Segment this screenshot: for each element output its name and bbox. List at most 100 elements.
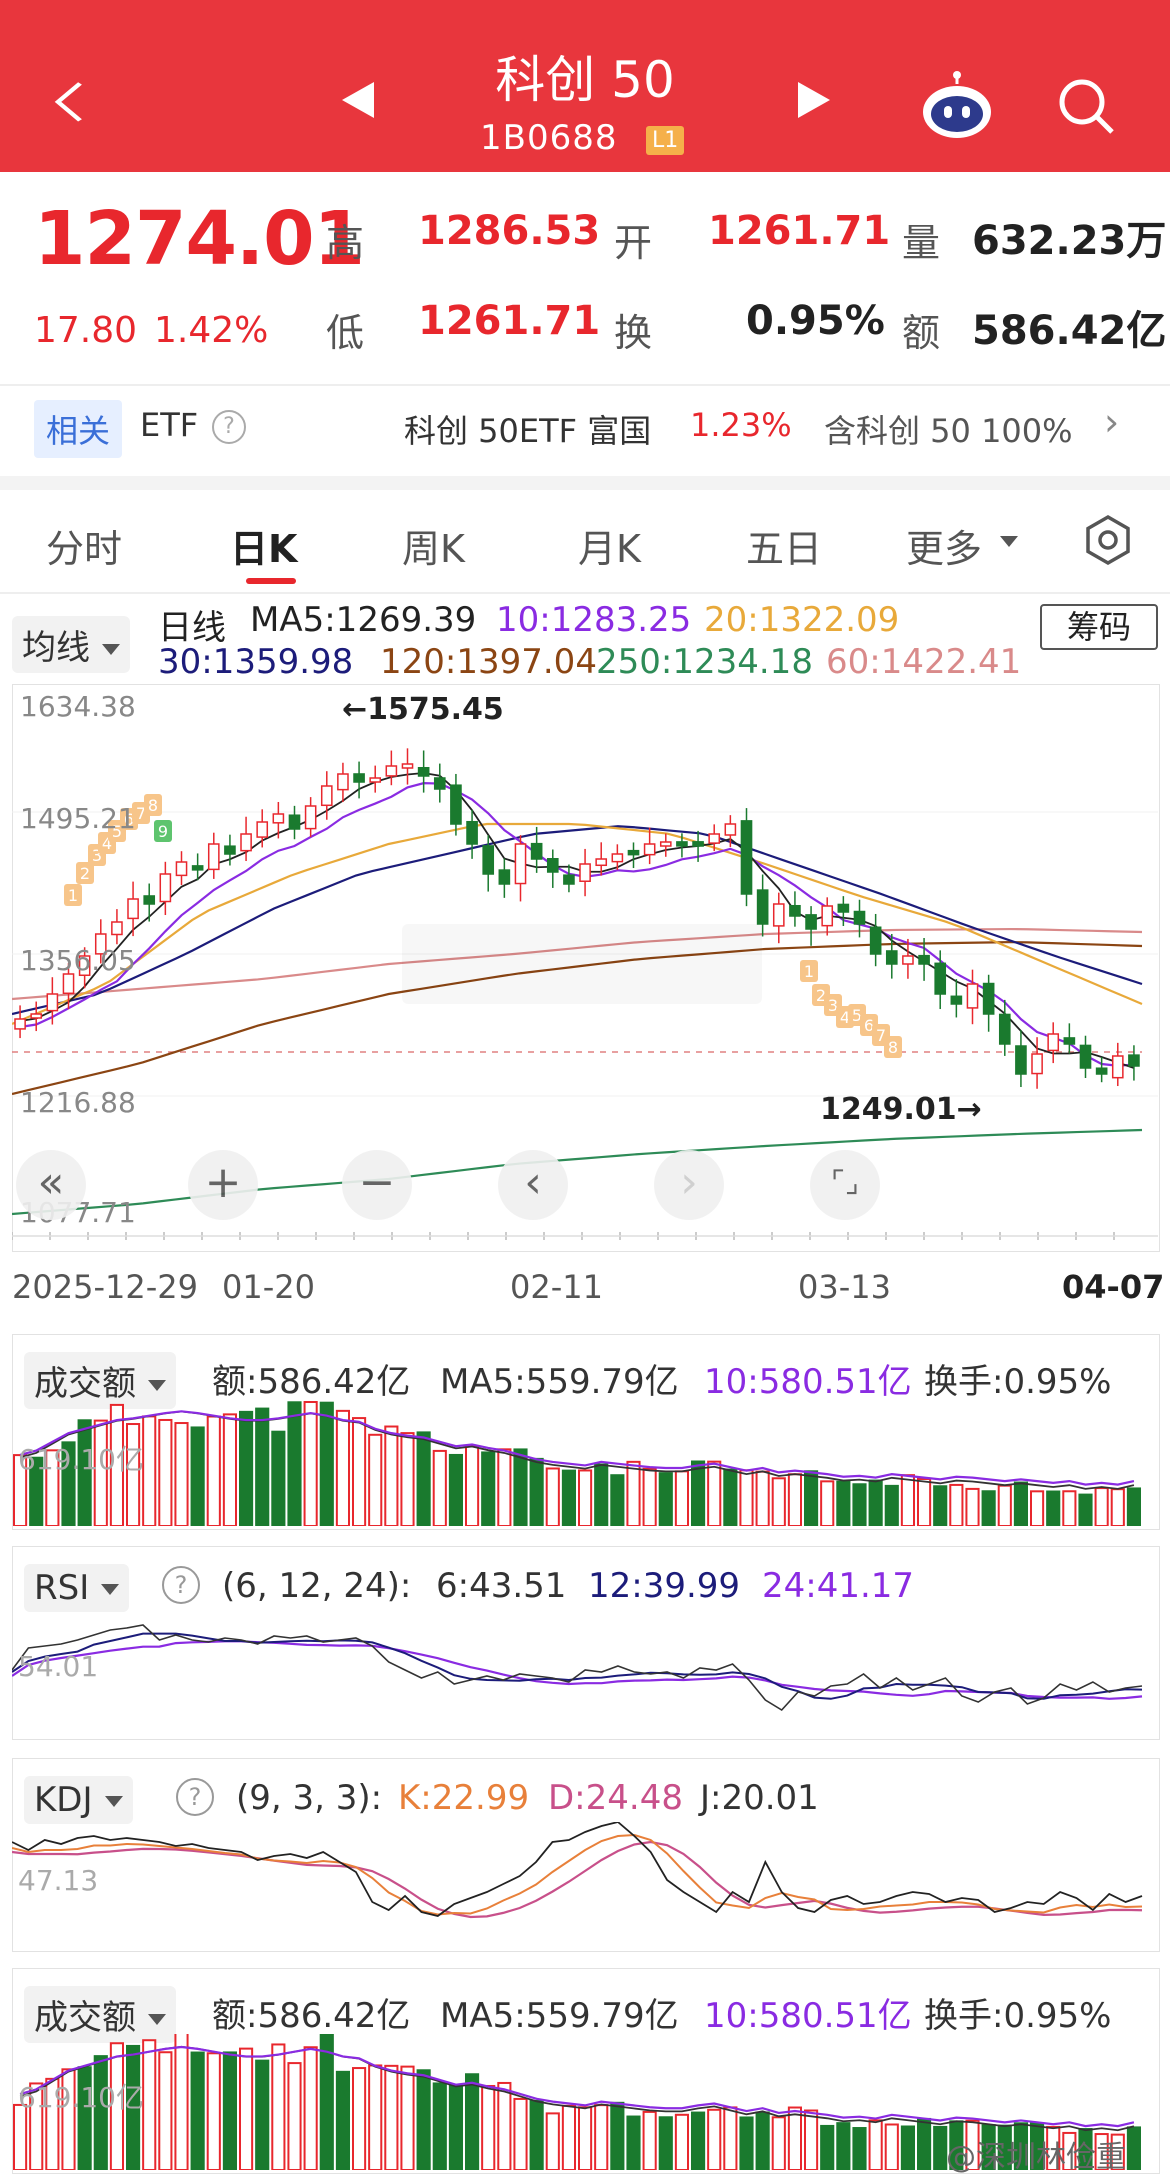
candle-body [563,874,575,885]
level-badge: L1 [646,126,685,155]
tab-five-day[interactable]: 五日 [746,518,822,573]
chip-distribution-button[interactable]: 筹码 [1040,604,1158,650]
amount-bar [158,1418,173,1526]
amount-bar [771,1477,786,1526]
amount-bar [787,1473,802,1526]
amount-bar [513,2097,528,2170]
amount-bar [626,2115,641,2170]
zoom-out-button[interactable]: − [342,1150,412,1220]
sequence-marker-label: 1 [68,886,78,905]
tab-monthly-k[interactable]: 月K [578,518,641,573]
amount-bar [1110,1488,1125,1526]
kline-chart[interactable]: 123456 7 891234 5678 [12,684,1158,1250]
fullscreen-button[interactable]: ⌜⌟ [810,1150,880,1220]
zoom-in-button[interactable]: + [188,1150,258,1220]
kdj-lines [12,1822,1143,1919]
amount-bar [1078,1493,1093,1526]
candle-body [724,823,737,836]
chevron-right-icon[interactable]: › [1104,400,1119,444]
kdj-selector[interactable]: KDJ [24,1776,133,1824]
candle-body [14,1018,26,1030]
amount-bar [707,2108,722,2170]
amount-bar [707,1460,722,1526]
kdj-d-value: D:24.48 [548,1778,683,1818]
amount-bar [206,2052,221,2170]
amount-bar [771,2116,786,2170]
candle-body [1015,1045,1027,1075]
etf-label[interactable]: ETF [140,406,198,444]
candle-body [692,841,704,847]
settings-gear-icon[interactable] [1082,514,1134,566]
ma250-value: 250:1234.18 [596,642,813,682]
zoom-out-all-button[interactable]: « [16,1150,86,1220]
etf-name[interactable]: 科创 50ETF 富国 [404,406,651,452]
candle-body [111,921,123,936]
kdj-j-value: J:20.01 [700,1778,819,1818]
rsi-help-icon[interactable]: ? [162,1566,200,1604]
candle-body [982,982,995,1015]
related-tag[interactable]: 相关 [34,400,123,458]
kdj-params: (9, 3, 3): [236,1778,383,1818]
amount-bar [352,1417,367,1526]
amount-bar [513,1448,528,1526]
amount-bar [529,2099,544,2170]
rsi-selector[interactable]: RSI [24,1564,130,1612]
amount-bar [900,1474,915,1526]
robot-assistant-icon[interactable] [918,70,996,142]
candle-body [127,898,139,920]
amount-bar [352,2067,367,2170]
amount-bar [1126,2126,1142,2170]
scroll-right-button[interactable]: › [654,1150,724,1220]
candle-body [805,914,817,930]
candle-body [191,865,204,871]
amount-bar [949,1483,964,1526]
amount-bar [1046,1490,1061,1526]
amount-bar [303,1401,318,1526]
amount-bar [594,2104,609,2170]
amount-bar [997,1484,1012,1526]
last-price: 1274.01 [34,196,365,282]
tab-more[interactable]: 更多 [906,518,982,573]
etf-includes[interactable]: 含科创 50 100% [824,406,1073,452]
ma-selector[interactable]: 均线 [12,616,130,673]
amount-bar [497,2081,512,2170]
amount-bar [416,1431,431,1526]
search-icon[interactable] [1054,74,1118,138]
amount-bar [416,2069,431,2170]
amount-bar [1013,1481,1028,1526]
candle-body [466,820,478,845]
amount-bar [368,1433,383,1526]
etf-change-pct: 1.23% [690,406,792,444]
amount-bar [868,1479,883,1526]
tab-daily-k[interactable]: 日K [230,518,297,573]
amount-label: 额 [902,311,941,355]
open-label: 开 [614,221,653,265]
tab-weekly-k[interactable]: 周K [402,518,465,573]
scroll-left-button[interactable]: ‹ [498,1150,568,1220]
candle-body [643,843,656,856]
candle-body [353,773,365,783]
next-stock-icon[interactable] [798,82,830,118]
amount-bar [448,1453,464,1526]
candle-body [740,820,753,895]
tab-intraday[interactable]: 分时 [46,518,122,573]
help-icon[interactable]: ? [212,410,246,444]
candle-body [224,845,236,855]
candle-body [272,813,285,824]
ma20-value: 20:1322.09 [704,600,900,640]
app-header: 科创 50 1B0688 L1 [0,0,1170,172]
rsi-lines [12,1624,1143,1712]
candle-body [514,843,527,885]
candle-body [175,861,188,877]
amount-bar [804,2109,819,2170]
ma5-line [19,772,1135,1069]
amount-bar [190,1426,205,1526]
amount-bar [384,2064,399,2170]
high-value: 1286.53 [418,208,601,254]
amount-bar [691,1460,706,1526]
ma30-value: 30:1359.98 [158,642,354,682]
amount-bar [206,1415,221,1526]
kdj-help-icon[interactable]: ? [176,1778,214,1816]
more-dropdown-icon[interactable] [1000,536,1018,547]
amount-bar [465,1445,480,1526]
